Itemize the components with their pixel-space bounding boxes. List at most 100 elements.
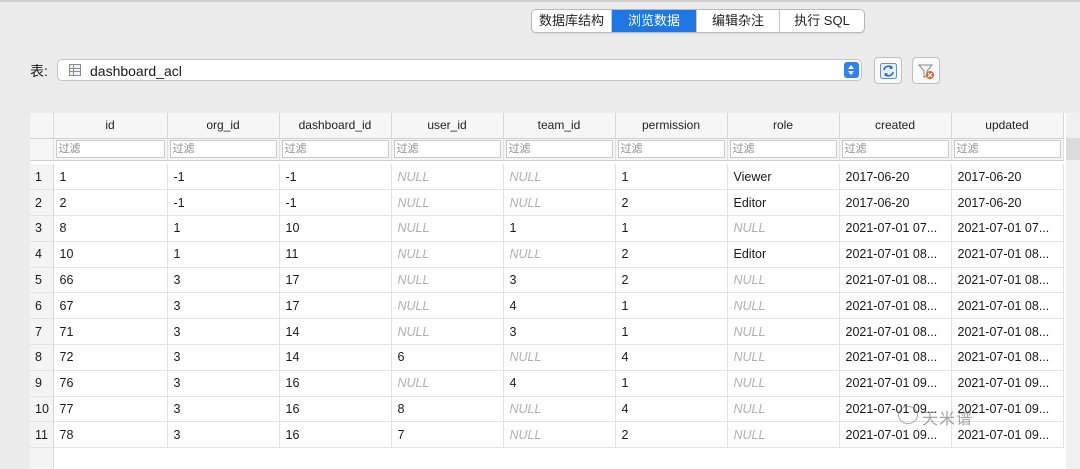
cell-user-id[interactable]: NULL (391, 370, 504, 397)
filter-input-created[interactable] (841, 140, 949, 158)
cell-team-id[interactable]: 3 (503, 267, 616, 294)
cell-role[interactable]: Editor (727, 241, 840, 268)
cell-permission[interactable]: 1 (615, 215, 728, 242)
filter-input-user-id[interactable] (393, 140, 501, 158)
cell-user-id[interactable]: NULL (391, 292, 504, 320)
cell-user-id[interactable]: NULL (391, 164, 504, 191)
cell-id[interactable]: 10 (53, 241, 168, 268)
cell-team-id[interactable]: 1 (503, 215, 616, 242)
table-row[interactable]: 7 71 3 14 NULL 3 1 NULL 2021-07-01 08... 2021-07-… (30, 318, 1064, 346)
cell-permission[interactable]: 2 (615, 189, 728, 217)
cell-created[interactable]: 2021-07-01 08... (839, 267, 952, 294)
table-row[interactable]: 5 66 3 17 NULL 3 2 NULL 2021-07-01 08... 2021-07-… (30, 267, 1064, 294)
cell-org-id[interactable]: 3 (167, 396, 280, 423)
table-row[interactable]: 4 10 1 11 NULL NULL 2 Editor 2021-07-01 08... 202… (30, 241, 1064, 268)
cell-role[interactable]: NULL (727, 421, 840, 449)
column-header-user-id[interactable]: user_id (391, 113, 504, 139)
cell-created[interactable]: 2021-07-01 08... (839, 344, 952, 371)
cell-dashboard-id[interactable]: 11 (279, 241, 392, 268)
filter-input-updated[interactable] (953, 140, 1061, 158)
cell-id[interactable]: 78 (53, 421, 168, 449)
cell-created[interactable]: 2021-07-01 09... (839, 396, 952, 423)
cell-id[interactable]: 72 (53, 344, 168, 371)
cell-id[interactable]: 76 (53, 370, 168, 397)
cell-org-id[interactable]: 1 (167, 215, 280, 242)
filter-input-team-id[interactable] (505, 140, 613, 158)
cell-dashboard-id[interactable]: 10 (279, 215, 392, 242)
cell-team-id[interactable]: NULL (503, 396, 616, 423)
cell-created[interactable]: 2021-07-01 09... (839, 421, 952, 449)
cell-user-id[interactable]: NULL (391, 189, 504, 217)
cell-dashboard-id[interactable]: 14 (279, 318, 392, 346)
cell-role[interactable]: NULL (727, 396, 840, 423)
column-header-id[interactable]: id (53, 113, 168, 139)
column-header-permission[interactable]: permission (615, 113, 728, 139)
cell-team-id[interactable]: NULL (503, 344, 616, 371)
chevron-updown-icon[interactable] (844, 62, 859, 78)
table-row[interactable]: 8 72 3 14 6 NULL 4 NULL 2021-07-01 08... 2021-07-… (30, 344, 1064, 371)
cell-team-id[interactable]: 3 (503, 318, 616, 346)
cell-created[interactable]: 2021-07-01 08... (839, 292, 952, 320)
cell-role[interactable]: NULL (727, 318, 840, 346)
cell-org-id[interactable]: 1 (167, 241, 280, 268)
cell-id[interactable]: 71 (53, 318, 168, 346)
cell-user-id[interactable]: 6 (391, 344, 504, 371)
cell-dashboard-id[interactable]: 16 (279, 370, 392, 397)
table-row[interactable]: 6 67 3 17 NULL 4 1 NULL 2021-07-01 08... 2021-07-… (30, 292, 1064, 320)
cell-role[interactable]: NULL (727, 215, 840, 242)
filter-input-role[interactable] (729, 140, 837, 158)
cell-id[interactable]: 66 (53, 267, 168, 294)
cell-permission[interactable]: 1 (615, 164, 728, 191)
cell-updated[interactable]: 2021-07-01 09... (951, 370, 1064, 397)
cell-user-id[interactable]: NULL (391, 267, 504, 294)
cell-permission[interactable]: 1 (615, 370, 728, 397)
cell-role[interactable]: Viewer (727, 164, 840, 191)
cell-permission[interactable]: 4 (615, 396, 728, 423)
cell-updated[interactable]: 2021-07-01 07... (951, 215, 1064, 242)
cell-org-id[interactable]: -1 (167, 164, 280, 191)
cell-role[interactable]: Editor (727, 189, 840, 217)
refresh-button[interactable] (874, 57, 902, 84)
cell-created[interactable]: 2021-07-01 08... (839, 241, 952, 268)
cell-user-id[interactable]: NULL (391, 215, 504, 242)
clear-filters-button[interactable] (912, 57, 940, 84)
cell-user-id[interactable]: NULL (391, 241, 504, 268)
table-selector[interactable]: dashboard_acl (57, 59, 862, 81)
cell-org-id[interactable]: 3 (167, 344, 280, 371)
cell-permission[interactable]: 2 (615, 267, 728, 294)
cell-team-id[interactable]: 4 (503, 370, 616, 397)
cell-dashboard-id[interactable]: -1 (279, 164, 392, 191)
cell-created[interactable]: 2021-07-01 09... (839, 370, 952, 397)
cell-user-id[interactable]: 8 (391, 396, 504, 423)
column-header-team-id[interactable]: team_id (503, 113, 616, 139)
cell-updated[interactable]: 2017-06-20 (951, 164, 1064, 191)
table-row[interactable]: 11 78 3 16 7 NULL 2 NULL 2021-07-01 09... 2021-07… (30, 421, 1064, 449)
column-header-created[interactable]: created (839, 113, 952, 139)
cell-created[interactable]: 2017-06-20 (839, 189, 952, 217)
cell-team-id[interactable]: NULL (503, 189, 616, 217)
table-row[interactable]: 9 76 3 16 NULL 4 1 NULL 2021-07-01 09... 2021-07-… (30, 370, 1064, 397)
cell-org-id[interactable]: 3 (167, 292, 280, 320)
filter-input-permission[interactable] (617, 140, 725, 158)
filter-input-id[interactable] (55, 140, 165, 158)
cell-permission[interactable]: 1 (615, 318, 728, 346)
cell-updated[interactable]: 2021-07-01 08... (951, 241, 1064, 268)
cell-dashboard-id[interactable]: -1 (279, 189, 392, 217)
cell-id[interactable]: 2 (53, 189, 168, 217)
cell-role[interactable]: NULL (727, 267, 840, 294)
tab-edit-pragmas[interactable]: 编辑杂注 (697, 10, 780, 32)
column-header-dashboard-id[interactable]: dashboard_id (279, 113, 392, 139)
cell-org-id[interactable]: 3 (167, 370, 280, 397)
column-header-org-id[interactable]: org_id (167, 113, 280, 139)
table-row[interactable]: 1 1 -1 -1 NULL NULL 1 Viewer 2017-06-20 2017-06-2… (30, 164, 1064, 191)
cell-role[interactable]: NULL (727, 344, 840, 371)
column-header-role[interactable]: role (727, 113, 840, 139)
tab-browse-data[interactable]: 浏览数据 (612, 10, 697, 32)
cell-dashboard-id[interactable]: 17 (279, 267, 392, 294)
cell-created[interactable]: 2021-07-01 07... (839, 215, 952, 242)
cell-updated[interactable]: 2021-07-01 09... (951, 396, 1064, 423)
cell-created[interactable]: 2017-06-20 (839, 164, 952, 191)
cell-permission[interactable]: 4 (615, 344, 728, 371)
cell-dashboard-id[interactable]: 16 (279, 396, 392, 423)
cell-org-id[interactable]: 3 (167, 267, 280, 294)
